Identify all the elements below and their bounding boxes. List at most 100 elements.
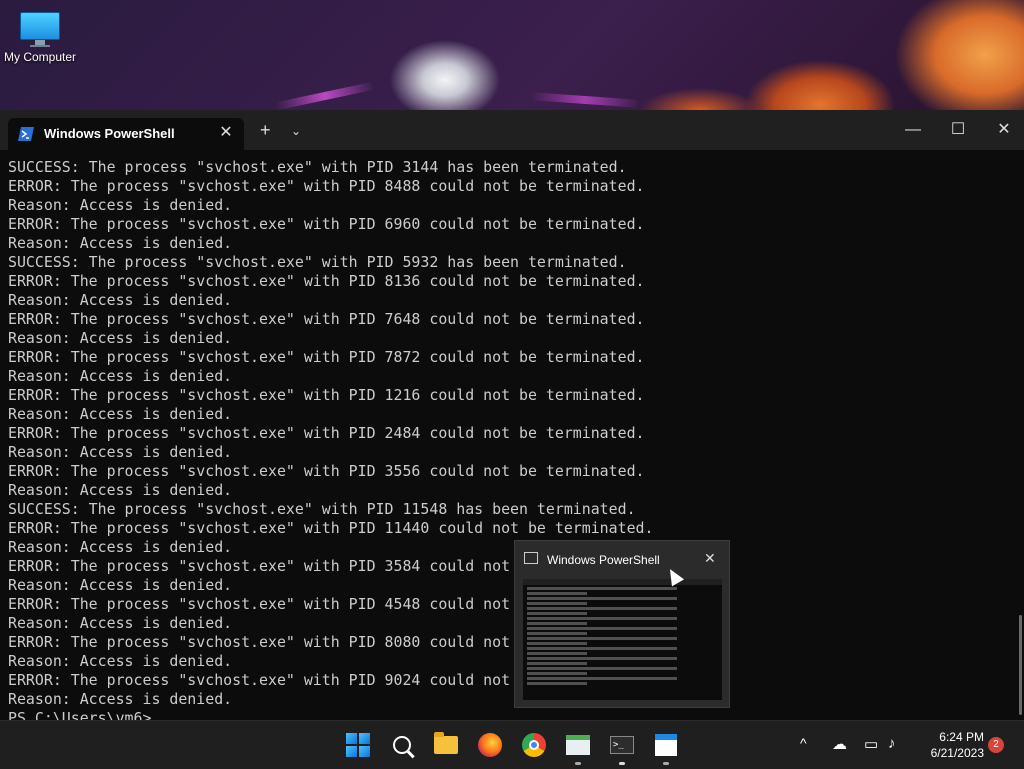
show-hidden-icons-button[interactable]: ^ (800, 735, 807, 751)
thumbnail-line (527, 637, 677, 640)
cloud-offline-icon[interactable]: ☁ (832, 735, 847, 753)
tab-windows-powershell[interactable]: Windows PowerShell ✕ (8, 118, 244, 150)
notification-badge[interactable]: 2 (988, 737, 1004, 753)
console-line: ERROR: The process "svchost.exe" with PI… (8, 462, 645, 480)
console-line: Reason: Access is denied. (8, 234, 233, 252)
clock-date: 6/21/2023 (930, 746, 984, 760)
console-line: SUCCESS: The process "svchost.exe" with … (8, 500, 636, 518)
console-line: Reason: Access is denied. (8, 538, 233, 556)
wallpaper-streak (529, 92, 641, 108)
desktop-icon-label: My Computer (3, 50, 77, 64)
thumbnail-line (527, 662, 587, 665)
thumbnail-line (527, 647, 677, 650)
thumbnail-line (527, 677, 677, 680)
console-line: Reason: Access is denied. (8, 481, 233, 499)
thumbnail-line (527, 592, 587, 595)
thumbnail-line (527, 627, 677, 630)
running-indicator (575, 762, 581, 765)
console-line: ERROR: The process "svchost.exe" with PI… (8, 595, 511, 613)
minimize-button[interactable]: — (890, 116, 936, 144)
tab-close-icon[interactable]: ✕ (216, 122, 236, 142)
console-line: ERROR: The process "svchost.exe" with PI… (8, 671, 511, 689)
console-line: Reason: Access is denied. (8, 329, 233, 347)
app-window-icon (566, 735, 590, 755)
thumbnail-line (527, 622, 587, 625)
chrome-button[interactable] (518, 729, 550, 761)
thumbnail-line (527, 682, 587, 685)
firefox-button[interactable] (474, 729, 506, 761)
console-line: ERROR: The process "svchost.exe" with PI… (8, 310, 645, 328)
chrome-icon (522, 733, 546, 757)
thumbnail-line (527, 672, 587, 675)
scrollbar-thumb[interactable] (1019, 615, 1022, 715)
clock-time: 6:24 PM (939, 730, 984, 744)
new-tab-button[interactable]: + (260, 121, 271, 139)
chevron-down-icon[interactable]: ⌄ (291, 124, 301, 138)
console-line: Reason: Access is denied. (8, 576, 233, 594)
preview-close-icon[interactable]: ✕ (704, 550, 716, 567)
console-line: Reason: Access is denied. (8, 291, 233, 309)
thumbnail-line (527, 652, 587, 655)
title-bar[interactable]: Windows PowerShell ✕ + ⌄ — ☐ ✕ (0, 110, 1024, 150)
thumbnail-line (527, 602, 587, 605)
console-line: ERROR: The process "svchost.exe" with PI… (8, 557, 511, 575)
console-line: SUCCESS: The process "svchost.exe" with … (8, 158, 627, 176)
file-explorer-button[interactable] (430, 729, 462, 761)
console-line: ERROR: The process "svchost.exe" with PI… (8, 633, 511, 651)
thumbnail-line (527, 612, 587, 615)
network-icon[interactable]: ▭ (864, 735, 878, 753)
close-window-button[interactable]: ✕ (981, 116, 1024, 144)
console-line: PS C:\Users\vm6> (8, 709, 152, 720)
thumbnail-line (527, 597, 677, 600)
windows-logo-icon (346, 733, 370, 757)
folder-icon (434, 732, 458, 754)
terminal-icon (524, 552, 538, 564)
windows-terminal-button[interactable]: >_ (606, 729, 638, 765)
console-line: Reason: Access is denied. (8, 443, 233, 461)
console-line: Reason: Access is denied. (8, 614, 233, 632)
console-line: Reason: Access is denied. (8, 690, 233, 708)
computer-icon (20, 12, 60, 47)
console-line: ERROR: The process "svchost.exe" with PI… (8, 177, 645, 195)
maximize-button[interactable]: ☐ (935, 116, 981, 144)
console-line: ERROR: The process "svchost.exe" with PI… (8, 215, 645, 233)
search-button[interactable] (386, 729, 418, 761)
running-indicator (663, 762, 669, 765)
console-line: Reason: Access is denied. (8, 652, 233, 670)
console-line: ERROR: The process "svchost.exe" with PI… (8, 386, 645, 404)
console-line: ERROR: The process "svchost.exe" with PI… (8, 272, 645, 290)
preview-title: Windows PowerShell (547, 553, 660, 567)
taskbar-preview-window[interactable]: Windows PowerShell ✕ (514, 540, 730, 708)
thumbnail-line (527, 667, 677, 670)
thumbnail-line (527, 657, 677, 660)
terminal-window: Windows PowerShell ✕ + ⌄ — ☐ ✕ SUCCESS: … (0, 110, 1024, 720)
clock[interactable]: 6:24 PM 6/21/2023 (914, 729, 984, 761)
volume-icon[interactable]: ♪ (888, 735, 896, 752)
taskbar: >_ ^ ☁ ▭ ♪ 6:24 PM 6/21/2023 2 (0, 720, 1024, 769)
wallpaper-streak (275, 81, 375, 111)
powershell-icon (18, 127, 34, 141)
search-icon (393, 736, 411, 754)
thumbnail-line (527, 607, 677, 610)
console-line: Reason: Access is denied. (8, 367, 233, 385)
console-line: Reason: Access is denied. (8, 405, 233, 423)
app-window-button[interactable] (562, 729, 594, 765)
notepad-button[interactable] (650, 729, 682, 765)
console-output[interactable]: SUCCESS: The process "svchost.exe" with … (8, 158, 1008, 720)
thumbnail-line (527, 642, 587, 645)
tab-title: Windows PowerShell (44, 126, 175, 141)
console-line: ERROR: The process "svchost.exe" with PI… (8, 424, 645, 442)
thumbnail-line (527, 632, 587, 635)
console-line: ERROR: The process "svchost.exe" with PI… (8, 348, 645, 366)
console-line: Reason: Access is denied. (8, 196, 233, 214)
running-indicator (619, 762, 625, 765)
console-line: SUCCESS: The process "svchost.exe" with … (8, 253, 627, 271)
preview-thumbnail (523, 579, 722, 700)
thumbnail-line (527, 587, 677, 590)
terminal-icon: >_ (610, 736, 634, 754)
notepad-icon (655, 734, 677, 756)
firefox-icon (478, 733, 502, 757)
desktop-icon-my-computer[interactable]: My Computer (0, 8, 80, 64)
start-button[interactable] (342, 729, 374, 761)
console-line: ERROR: The process "svchost.exe" with PI… (8, 519, 654, 537)
